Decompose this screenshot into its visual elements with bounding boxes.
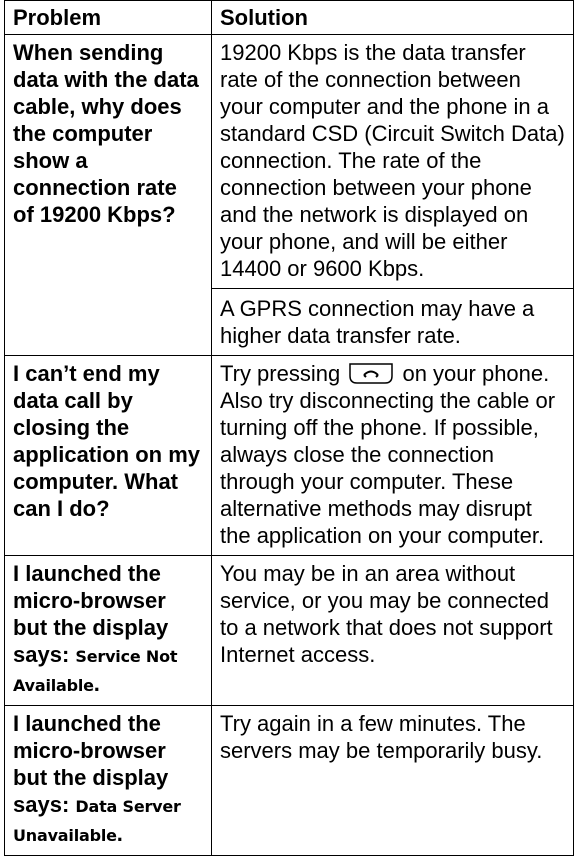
troubleshooting-table: Problem Solution When sending data with … [4, 0, 574, 856]
solution-cell: Try again in a few minutes. The servers … [211, 705, 574, 856]
end-key-icon [349, 363, 394, 384]
solution-cell: 19200 Kbps is the data transfer rate of … [211, 34, 574, 356]
table-row: I launched the micro-browser but the dis… [4, 705, 574, 856]
solution-text-end: on your phone. Also try disconnecting th… [220, 361, 556, 548]
problem-cell: I launched the micro-browser but the dis… [4, 705, 212, 856]
solution-cell: You may be in an area without service, o… [211, 555, 574, 706]
solution-paragraph: 19200 Kbps is the data transfer rate of … [220, 40, 565, 281]
solution-column-header: Solution [211, 0, 574, 35]
problem-cell: I can’t end my data call by closing the … [4, 355, 212, 556]
problem-column-header: Problem [4, 0, 212, 35]
problem-cell: When sending data with the data cable, w… [4, 34, 212, 356]
table-row: When sending data with the data cable, w… [4, 34, 574, 356]
solution-text-start: Try pressing [220, 361, 341, 386]
solution-cell: Try pressing on your phone. Also try dis… [211, 355, 574, 556]
problem-cell: I launched the micro-browser but the dis… [4, 555, 212, 706]
solution-paragraph: A GPRS connection may have a higher data… [212, 288, 573, 349]
table-row: I launched the micro-browser but the dis… [4, 555, 574, 706]
table-header-row: Problem Solution [4, 0, 574, 35]
table-row: I can’t end my data call by closing the … [4, 355, 574, 556]
